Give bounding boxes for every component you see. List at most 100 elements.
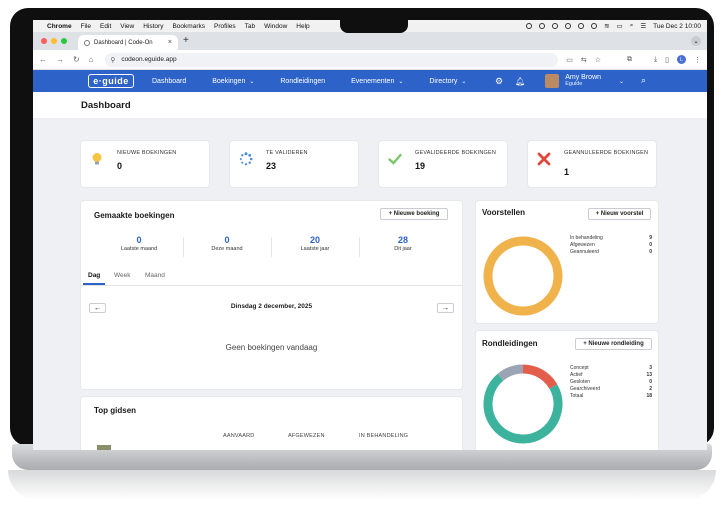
control-center-icon[interactable]: ☰ [640,22,646,30]
translate-icon[interactable]: ⇆ [581,56,587,64]
menu-history[interactable]: History [143,23,163,30]
legend-row: Gesloten 0 [570,379,652,386]
new-proposal-button[interactable]: + Nieuw voorstel [588,208,651,220]
maximize-window-button[interactable] [61,38,67,44]
stat-card-te-valideren[interactable]: TE VALIDEREN 23 [230,141,358,187]
menu-file[interactable]: File [81,23,91,30]
menu-window[interactable]: Window [264,23,287,30]
tab-dag[interactable]: Dag [88,272,100,279]
search-icon[interactable]: ⌕ [641,75,646,86]
tours-card: Rondleidingen + Nieuwe rondleiding Conce… [476,331,658,450]
more-menu-icon[interactable]: ⋮ [694,56,701,64]
bell-icon[interactable]: 🔔︎ [515,77,525,86]
menu-app-name[interactable]: Chrome [47,23,72,30]
stat-value: 0 [117,161,123,171]
status-icon[interactable] [591,23,598,29]
next-day-button[interactable]: → [437,303,454,313]
legend-label: Concept [570,365,589,371]
toolbar-icons: ▭ ⇆ ☆ ⧉ ⤓ ▯ L ⋮ [566,55,701,64]
forward-icon[interactable]: → [56,55,64,64]
user-info: Amy Brown Eguide [565,74,601,89]
donut-slice-gearchiveerd[interactable] [497,364,524,381]
tab-search-icon[interactable]: ⌄ [691,36,701,46]
nav-dashboard[interactable]: Dashboard [152,78,186,85]
bookmark-star-icon[interactable]: ☆ [595,56,601,64]
metric-value: 0 [136,235,142,245]
status-icon[interactable] [552,23,559,29]
browser-tabstrip: Dashboard | Code-On × + ⌄ [33,32,707,50]
home-icon[interactable]: ⌂ [89,55,94,64]
legend-label: Totaal [570,393,584,399]
tours-title: Rondleidingen [482,339,538,348]
new-booking-button[interactable]: + Nieuwe boeking [380,208,448,220]
metric-this-month: 0 Deze maand [183,235,271,252]
menu-edit[interactable]: Edit [100,23,111,30]
donut-slice-concept[interactable] [522,364,558,389]
menu-view[interactable]: View [120,23,134,30]
chevron-down-icon: ⌄ [619,78,625,85]
browser-tab-title: Dashboard | Code-On [94,39,153,46]
sidepanel-icon[interactable]: ▯ [665,56,669,64]
legend-label: Afgewezen [570,242,595,248]
camera-notch [340,20,408,33]
menu-profiles[interactable]: Profiles [214,23,236,30]
donut-slice-in-behandeling[interactable] [483,236,563,316]
active-tab-indicator [83,283,105,285]
menubar-clock[interactable]: Tue Dec 2 10:00 [653,23,701,30]
status-icon[interactable] [578,23,585,29]
stat-label: TE VALIDEREN [266,150,308,156]
screen: Chrome File Edit View History Bookmarks … [33,20,707,450]
legend-label: Gearchiveerd [570,386,601,392]
cast-icon[interactable]: ▭ [566,56,573,64]
nav-rondleidingen[interactable]: Rondleidingen [280,78,325,85]
eguide-logo[interactable]: e·guide [88,74,134,88]
menu-tab[interactable]: Tab [245,23,255,30]
laptop-screen-holder: Chrome File Edit View History Bookmarks … [10,8,714,450]
stat-value: 19 [415,161,426,171]
profile-avatar[interactable]: L [677,55,686,64]
tab-maand[interactable]: Maand [145,272,165,279]
stat-value: 1 [564,167,570,177]
download-icon[interactable]: ⤓ [654,56,657,64]
donut-slice-actief[interactable] [483,373,563,444]
stat-card-gevalideerde-boekingen[interactable]: GEVALIDEERDE BOEKINGEN 19 [379,141,507,187]
nav-label: Boekingen [212,77,246,85]
battery-icon[interactable]: ▭ [617,22,623,30]
extensions-icon[interactable]: ⧉ [627,56,632,64]
stat-card-geannuleerde-boekingen[interactable]: GEANNULEERDE BOEKINGEN 1 [528,141,656,187]
stat-label: GEVALIDEERDE BOEKINGEN [415,150,497,156]
new-tour-button[interactable]: + Nieuwe rondleiding [575,338,652,350]
wifi-icon[interactable]: ≋ [604,22,609,30]
menu-bookmarks[interactable]: Bookmarks [172,23,205,30]
prev-day-button[interactable]: ← [89,303,106,313]
legend-row: Concept 3 [570,365,652,372]
tab-week[interactable]: Week [114,272,131,279]
reload-icon[interactable]: ↻ [73,55,80,64]
nav-directory[interactable]: Directory ⌄ [429,78,466,85]
browser-tab-active[interactable]: Dashboard | Code-On × [78,35,178,50]
spotlight-icon[interactable]: ⌕ [630,22,634,30]
menu-help[interactable]: Help [296,23,309,30]
proposals-donut-chart [483,236,563,316]
status-icon[interactable] [565,23,572,29]
stat-value: 23 [266,161,277,171]
stat-card-nieuwe-boekingen[interactable]: NIEUWE BOEKINGEN 0 [81,141,209,187]
new-tab-icon[interactable]: + [183,35,189,46]
status-icon[interactable] [526,23,533,29]
user-menu[interactable]: Amy Brown Eguide ⌄ [545,74,624,89]
legend-value: 9 [649,235,652,241]
address-bar[interactable]: ⚲ codeon.eguide.app [104,52,559,67]
status-icon[interactable] [539,23,546,29]
cross-icon [537,152,551,166]
minimize-window-button[interactable] [51,38,57,44]
top-guides-title: Top gidsen [94,406,137,415]
column-header: AANVAARD [223,433,255,439]
nav-boekingen[interactable]: Boekingen ⌄ [212,78,254,85]
site-info-icon[interactable]: ⚲ [111,56,116,64]
close-tab-icon[interactable]: × [168,39,172,46]
back-icon[interactable]: ← [39,55,47,64]
nav-evenementen[interactable]: Evenementen ⌄ [351,78,403,85]
legend-row: Actief 13 [570,372,652,379]
gear-icon[interactable]: ⚙ [495,76,503,87]
close-window-button[interactable] [41,38,47,44]
